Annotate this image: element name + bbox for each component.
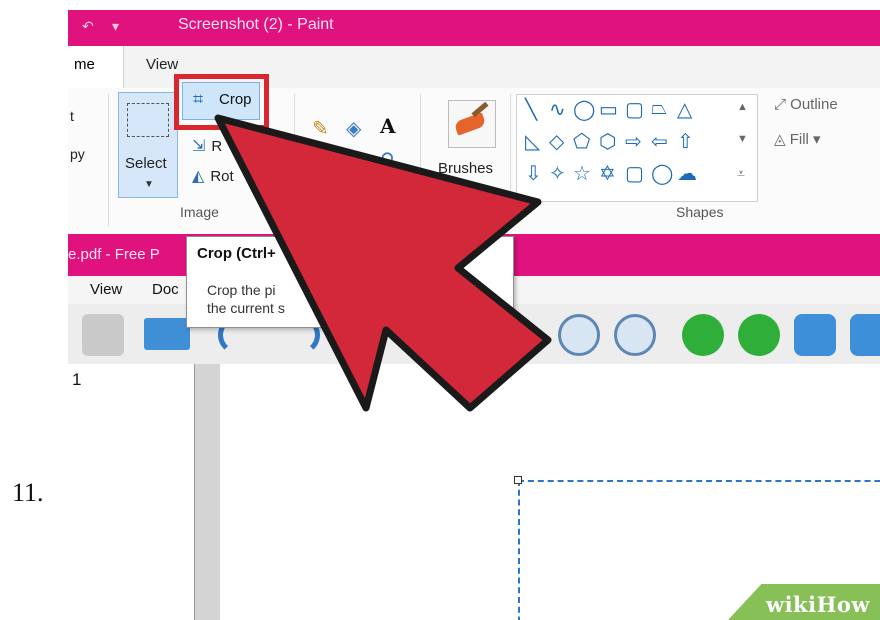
down-arrow-shape-icon[interactable]: ⇩ [525, 161, 542, 186]
tooltip-title: Crop (Ctrl+ [197, 245, 276, 262]
polygon-shape-icon[interactable]: ⏢ [651, 97, 667, 120]
right-triangle-shape-icon[interactable]: ◺ [525, 129, 540, 154]
copy-label-fragment[interactable]: py [70, 146, 85, 162]
five-point-star-shape-icon[interactable]: ☆ [573, 161, 591, 186]
fill-label: Fill [789, 131, 809, 148]
four-point-star-shape-icon[interactable]: ✧ [549, 161, 566, 186]
outline-label: Outline [790, 96, 838, 113]
screenshot: ↶ ▾ Screenshot (2) - Paint me View t py … [68, 10, 880, 620]
rotate-button[interactable]: ◭ Rot [192, 166, 234, 186]
text-icon[interactable]: A [380, 114, 396, 138]
gallery-expand-icon[interactable]: ⩡ [737, 165, 745, 182]
rounded-callout-shape-icon[interactable]: ▢ [625, 161, 644, 186]
page-thumbnail-panel: 1 [68, 364, 195, 620]
group-divider [294, 94, 295, 226]
up-arrow-shape-icon[interactable]: ⇧ [677, 129, 694, 154]
right-arrow-shape-icon[interactable]: ⇨ [625, 129, 642, 154]
tab-home[interactable]: me [68, 46, 124, 89]
page-label[interactable]: 1 [72, 370, 81, 390]
rectangle-shape-icon[interactable]: ▭ [599, 97, 618, 122]
check-icon[interactable] [412, 328, 434, 350]
oval-callout-shape-icon[interactable]: ◯ [651, 161, 673, 186]
select-button[interactable]: Select ▼ [118, 92, 178, 198]
tooltip-body: Crop the pi s the current s [207, 281, 507, 317]
paint-title-bar: ↶ ▾ Screenshot (2) - Paint [68, 10, 880, 46]
left-arrow-shape-icon[interactable]: ⇦ [651, 129, 668, 154]
resize-label: R [211, 138, 223, 155]
chevron-down-icon: ▼ [144, 179, 154, 190]
cloud-callout-shape-icon[interactable]: ☁ [677, 161, 697, 186]
last-page-icon[interactable] [850, 314, 880, 356]
group-divider [510, 94, 511, 226]
resize-button[interactable]: ⇲ R [192, 136, 222, 156]
zoom-out-icon[interactable] [558, 314, 600, 356]
hexagon-shape-icon[interactable]: ⬡ [599, 129, 616, 154]
outline-icon: ⤢ [774, 96, 791, 113]
zoom-in-icon[interactable] [614, 314, 656, 356]
rounded-rectangle-shape-icon[interactable]: ▢ [625, 97, 644, 122]
paste-label-fragment[interactable]: t [70, 108, 74, 124]
brushes-button[interactable]: Brushes ▼ [438, 98, 508, 216]
tab-view[interactable]: View [146, 56, 178, 73]
undo-icon[interactable]: ↶ [82, 18, 94, 35]
shapes-group-label: Shapes [676, 204, 724, 220]
brushes-label: Brushes [438, 160, 494, 177]
triangle-shape-icon[interactable]: △ [677, 97, 692, 122]
document-area[interactable] [220, 364, 880, 620]
tab-home-label: me [74, 56, 95, 73]
fill-button[interactable]: ◬ Fill ▾ [774, 130, 821, 148]
previous-page-icon[interactable] [682, 314, 724, 356]
window-title: Screenshot (2) - Paint [178, 16, 334, 33]
group-divider [420, 94, 421, 226]
select-label: Select [125, 155, 167, 172]
outline-button[interactable]: ⤢ Outline [774, 96, 838, 113]
pencil-icon[interactable]: ✎ [312, 116, 329, 141]
quick-access-dropdown-icon[interactable]: ▾ [112, 18, 119, 35]
next-page-icon[interactable] [738, 314, 780, 356]
tooltip-line-2: the current s [207, 300, 285, 316]
crop-highlight-box [174, 74, 269, 130]
scroll-up-icon[interactable]: ▲ [737, 101, 748, 113]
rotate-icon: ◭ [192, 168, 205, 185]
tooltip-line-1: Crop the pi [207, 282, 276, 298]
pdf-window-title: e.pdf - Free P [68, 246, 160, 263]
oval-shape-icon[interactable]: ◯ [573, 97, 595, 122]
first-page-icon[interactable] [794, 314, 836, 356]
selection-icon [127, 103, 169, 137]
fill-icon: ◬ [774, 131, 790, 148]
crop-tooltip: Crop (Ctrl+ Crop the pi s the current s [186, 236, 514, 328]
brush-icon [448, 100, 496, 148]
printer-icon[interactable] [82, 314, 124, 356]
six-point-star-shape-icon[interactable]: ✡ [599, 161, 616, 186]
email-icon[interactable] [144, 318, 190, 350]
magnifier-icon[interactable]: ⚲ [380, 148, 395, 173]
line-shape-icon[interactable]: ╲ [525, 97, 537, 122]
rotate-label: Rot [210, 168, 234, 185]
fill-bucket-icon[interactable]: ◈ [346, 116, 361, 141]
resize-icon: ⇲ [192, 138, 206, 155]
image-group-label: Image [180, 204, 219, 220]
watermark-text: wikiHow [766, 592, 871, 617]
shapes-gallery[interactable]: ╲ ∿ ◯ ▭ ▢ ⏢ △ ◺ ◇ ⬠ ⬡ ⇨ ⇦ ⇧ ⇩ ✧ ☆ ✡ ▢ ◯ … [516, 94, 758, 202]
selection-handle[interactable] [514, 476, 522, 484]
menu-view[interactable]: View [90, 281, 122, 298]
scroll-gutter[interactable] [194, 364, 222, 620]
tooltip-line-1-tail: s [475, 282, 482, 298]
group-divider [108, 94, 109, 226]
step-number: 11. [12, 478, 44, 507]
curve-shape-icon[interactable]: ∿ [549, 97, 566, 122]
scroll-down-icon[interactable]: ▼ [737, 133, 748, 145]
pentagon-shape-icon[interactable]: ⬠ [573, 129, 590, 154]
diamond-shape-icon[interactable]: ◇ [549, 129, 564, 154]
menu-document[interactable]: Doc [152, 281, 179, 298]
chevron-down-icon: ▼ [464, 182, 474, 193]
